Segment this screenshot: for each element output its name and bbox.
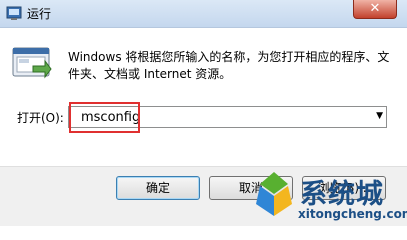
dialog-description: Windows 将根据您所输入的名称，为您打开相应的程序、文件夹、文档或 Int… — [68, 50, 390, 81]
run-app-icon — [6, 6, 22, 20]
close-icon: ✕ — [369, 1, 381, 16]
watermark-url: xitongcheng.com — [298, 207, 407, 221]
window-title: 运行 — [27, 7, 52, 21]
dropdown-arrow-icon[interactable]: ▼ — [376, 111, 383, 121]
input-highlight-box — [69, 102, 140, 133]
dialog-body — [0, 27, 407, 166]
title-bar: 运行 ✕ — [0, 0, 407, 27]
watermark-logo-icon — [256, 172, 292, 216]
watermark-title: 系统城 — [300, 179, 384, 210]
close-button[interactable]: ✕ — [353, 0, 397, 19]
run-program-icon — [12, 47, 52, 79]
ok-button[interactable]: 确定 — [116, 176, 200, 200]
open-label: 打开(O): — [17, 111, 64, 125]
